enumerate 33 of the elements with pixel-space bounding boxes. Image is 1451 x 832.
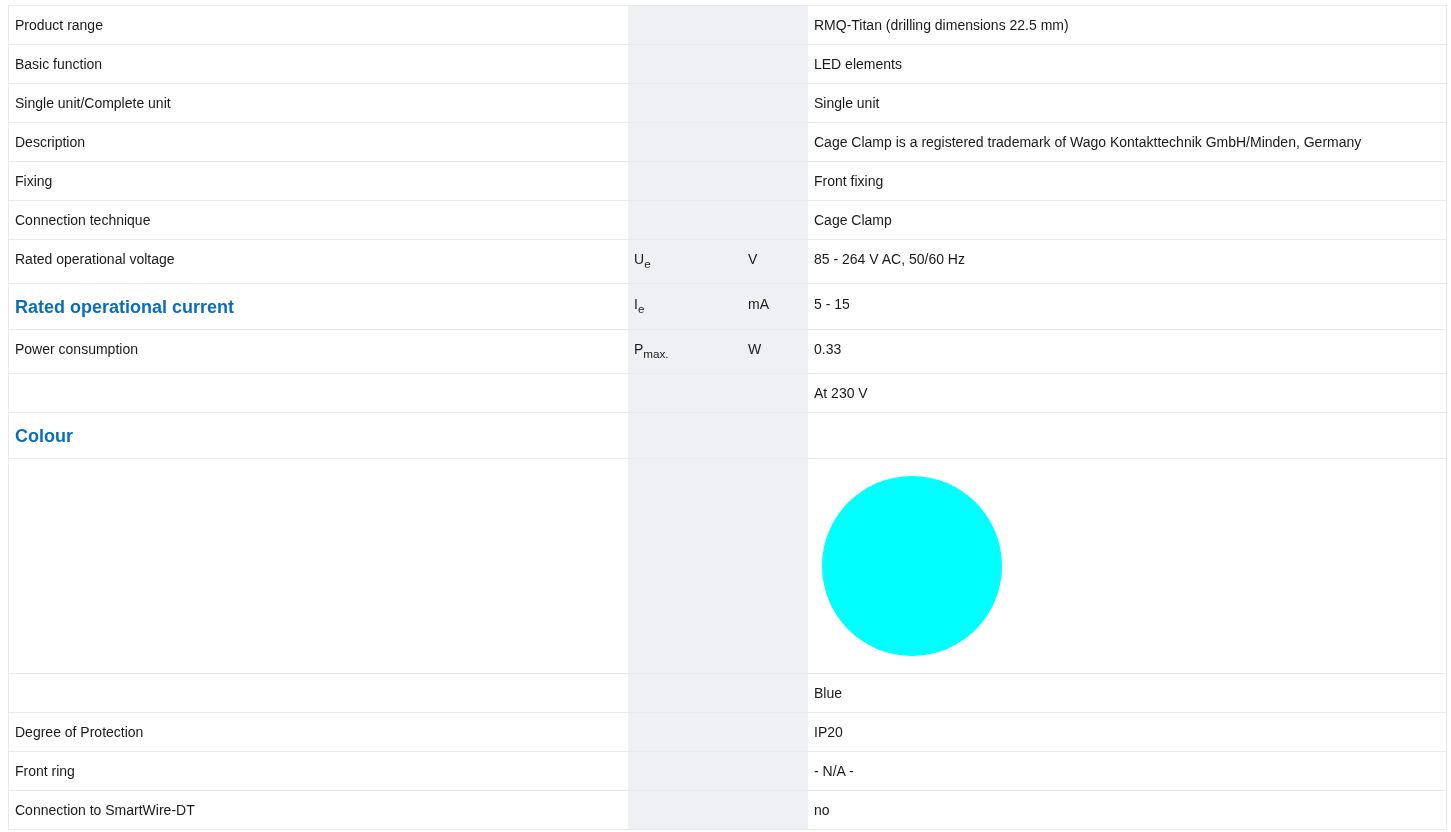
value-cell: Front fixing bbox=[808, 162, 1447, 201]
label-cell: Rated operational voltage bbox=[8, 240, 628, 284]
value-cell: Cage Clamp is a registered trademark of Wago Kontakttechnik GmbH/Minden, Germany bbox=[808, 123, 1447, 162]
unit-cell: W bbox=[742, 329, 808, 374]
label-cell: Basic function bbox=[8, 45, 628, 84]
symbol-cell: U$_{e}$ bbox=[628, 240, 742, 284]
value-cell: Cage Clamp bbox=[808, 201, 1447, 240]
label-cell: Single unit/Complete unit bbox=[8, 84, 628, 123]
label-cell: Front ring bbox=[8, 751, 628, 791]
value-cell: RMQ-Titan (drilling dimensions 22.5 mm) bbox=[808, 6, 1447, 45]
section-heading-cell: Colour bbox=[8, 412, 628, 459]
label-cell: Product range bbox=[8, 6, 628, 45]
label-cell: Connection to SmartWire-DT bbox=[8, 790, 628, 830]
value-cell: LED elements bbox=[808, 45, 1447, 84]
value-cell: 0.33 bbox=[808, 329, 1447, 374]
unit-cell: V bbox=[742, 240, 808, 284]
value-cell: - N/A - bbox=[808, 751, 1447, 791]
unit-cell: mA bbox=[742, 283, 808, 330]
value-cell: IP20 bbox=[808, 712, 1447, 752]
section-heading-cell: Rated operational current bbox=[8, 283, 628, 330]
value-cell: At 230 V bbox=[808, 373, 1447, 413]
value-cell: no bbox=[808, 790, 1447, 830]
label-cell: Connection technique bbox=[8, 201, 628, 240]
value-cell: 85 - 264 V AC, 50/60 Hz bbox=[808, 240, 1447, 284]
label-cell: Degree of Protection bbox=[8, 712, 628, 752]
value-cell: 5 - 15 bbox=[808, 283, 1447, 330]
symbol-cell: P$_{max.}$ bbox=[628, 329, 742, 374]
label-cell: Fixing bbox=[8, 162, 628, 201]
value-cell: Single unit bbox=[808, 84, 1447, 123]
label-cell: Description bbox=[8, 123, 628, 162]
value-cell: Blue bbox=[808, 673, 1447, 713]
label-cell: Power consumption bbox=[8, 329, 628, 374]
symbol-cell: I$_{e}$ bbox=[628, 283, 742, 330]
